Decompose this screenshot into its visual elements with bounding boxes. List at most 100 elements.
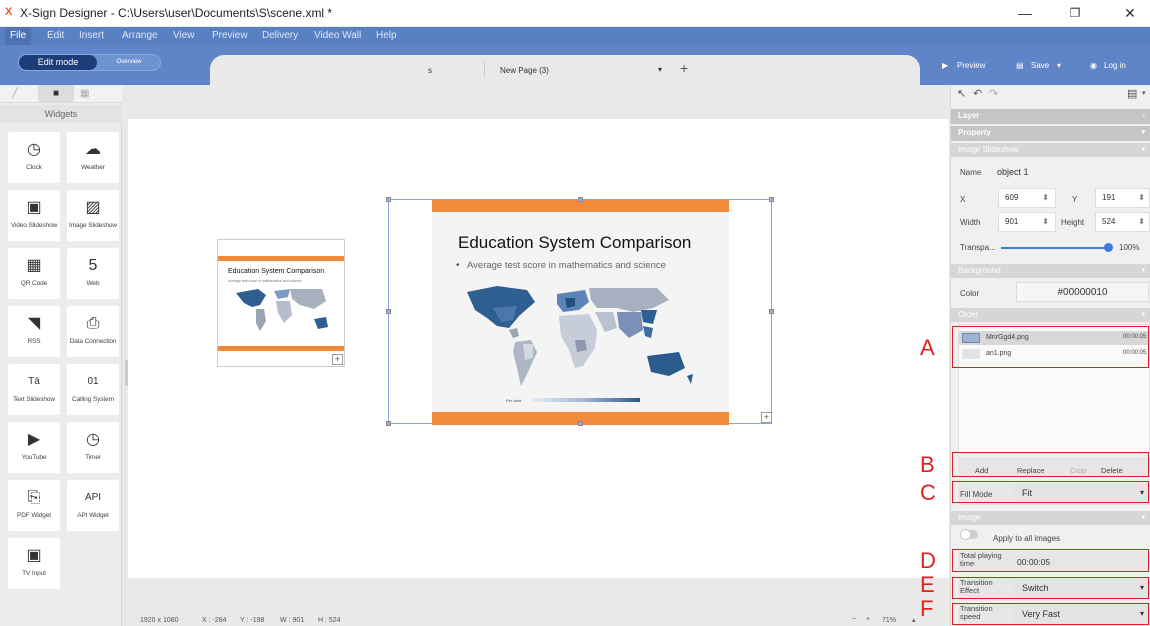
resize-handle[interactable]	[386, 309, 391, 314]
widget-pdf-widget[interactable]: ⎘ PDF Widget	[8, 480, 60, 531]
x-stepper-icon[interactable]: ⬍	[1042, 189, 1049, 206]
widget-timer[interactable]: ◷ Timer	[67, 422, 119, 473]
widget-label: API Widget	[77, 512, 109, 519]
maximize-button[interactable]: ❐	[1060, 3, 1090, 23]
save-dropdown-icon[interactable]: ▾	[1057, 61, 1061, 70]
resize-handle[interactable]	[386, 197, 391, 202]
menu-help[interactable]: Help	[376, 27, 397, 45]
save-button[interactable]: Save	[1031, 61, 1049, 70]
widget-text-slideshow[interactable]: Tä Text Slideshow	[8, 364, 60, 415]
align-icon[interactable]: ▤	[1127, 87, 1137, 100]
resize-handle[interactable]	[578, 421, 583, 426]
height-field[interactable]: 524 ⬍	[1095, 212, 1150, 232]
widget-youtube[interactable]: ▶ YouTube	[8, 422, 60, 473]
resize-handle[interactable]	[386, 421, 391, 426]
redo-icon[interactable]: ↷	[989, 87, 998, 100]
page-selector[interactable]: New Page (3)	[500, 66, 549, 75]
widget-tv-input[interactable]: ▣ TV Input	[8, 538, 60, 589]
zoom-in-button[interactable]: +	[866, 616, 870, 623]
panel-tabs: ╱ ■ ▦	[0, 85, 122, 103]
property-section[interactable]: Property ▾	[951, 126, 1150, 141]
resize-handle[interactable]	[578, 197, 583, 202]
preview-icon[interactable]: ▶	[942, 61, 948, 70]
widget-api-widget[interactable]: API API Widget	[67, 480, 119, 531]
close-button[interactable]: ✕	[1115, 3, 1145, 23]
widget-label: Data Connection	[69, 338, 117, 345]
rss-icon: ◥	[27, 315, 41, 332]
widget-label: Video Slideshow	[10, 222, 58, 229]
transparency-slider[interactable]	[1001, 247, 1109, 249]
widget-data-connection[interactable]: ⎙ Data Connection	[67, 306, 119, 357]
widget-qr-code[interactable]: ▦ QR Code	[8, 248, 60, 299]
resize-handle[interactable]	[769, 309, 774, 314]
mode-switch[interactable]: Edit mode Overview	[18, 54, 161, 71]
menu-preview[interactable]: Preview	[212, 27, 248, 45]
video-slideshow-icon: ▣	[26, 199, 42, 216]
name-field[interactable]: object 1	[997, 167, 1029, 177]
apply-all-toggle-knob[interactable]	[960, 529, 971, 540]
add-page-button[interactable]: +	[680, 60, 688, 76]
overview-button[interactable]: Overview	[97, 55, 161, 70]
thumb-add-button[interactable]: +	[332, 354, 343, 365]
layout-tab-icon[interactable]: ▦	[80, 88, 89, 99]
preview-button[interactable]: Preview	[957, 61, 985, 70]
resize-handle[interactable]	[769, 197, 774, 202]
menu-video-wall[interactable]: Video Wall	[314, 27, 361, 45]
height-label: Height	[1061, 218, 1085, 227]
widget-video-slideshow[interactable]: ▣ Video Slideshow	[8, 190, 60, 241]
y-stepper-icon[interactable]: ⬍	[1138, 189, 1145, 206]
html5-icon: 5	[88, 257, 98, 274]
menu-delivery[interactable]: Delivery	[262, 27, 298, 45]
edit-mode-button[interactable]: Edit mode	[19, 55, 97, 70]
document-tab[interactable]: s	[428, 66, 432, 75]
slide-thumbnail[interactable]: Education System Comparison Average test…	[217, 239, 345, 367]
app-logo-icon: X	[5, 6, 13, 18]
align-dropdown-icon[interactable]: ▾	[1142, 89, 1146, 97]
width-stepper-icon[interactable]: ⬍	[1042, 213, 1049, 230]
user-icon[interactable]: ◉	[1090, 61, 1097, 70]
thumb-bullet: Average test score in mathematics and sc…	[228, 279, 302, 283]
layer-section[interactable]: Layer ›	[951, 109, 1150, 124]
zoom-out-button[interactable]: −	[852, 616, 856, 623]
menu-insert[interactable]: Insert	[79, 27, 104, 45]
selected-image-slideshow[interactable]: Education System Comparison • Average te…	[386, 197, 774, 426]
zoom-dropdown-icon[interactable]: ▴	[912, 616, 916, 624]
menu-arrange[interactable]: Arrange	[122, 27, 158, 45]
minimize-button[interactable]: —	[1010, 3, 1040, 23]
login-button[interactable]: Log in	[1104, 61, 1126, 70]
slide-add-button[interactable]: +	[761, 412, 772, 423]
order-section[interactable]: Order ▾	[951, 308, 1150, 322]
menu-view[interactable]: View	[173, 27, 195, 45]
widget-calling-system[interactable]: 01 Calling System	[67, 364, 119, 415]
page-dropdown-icon[interactable]: ▾	[658, 65, 662, 74]
image-section[interactable]: Image ▾	[951, 511, 1150, 525]
widget-image-slideshow[interactable]: ▨ Image Slideshow	[67, 190, 119, 241]
image-slideshow-section[interactable]: Image Slideshow ▾	[951, 143, 1150, 157]
pen-tab-icon[interactable]: ╱	[12, 88, 18, 99]
widget-weather[interactable]: ☁ Weather	[67, 132, 119, 183]
background-section[interactable]: Background ▾	[951, 264, 1150, 278]
widgets-tab-icon[interactable]: ■	[38, 85, 74, 103]
width-field[interactable]: 901 ⬍	[998, 212, 1056, 232]
save-icon[interactable]: ▤	[1016, 61, 1024, 70]
widget-rss[interactable]: ◥ RSS	[8, 306, 60, 357]
undo-icon[interactable]: ↶	[973, 87, 982, 100]
transparency-slider-thumb[interactable]	[1104, 243, 1113, 252]
zoom-level[interactable]: 71%	[882, 617, 896, 624]
select-tool-icon[interactable]: ↖	[957, 87, 966, 100]
annotation-label-b: B	[920, 452, 935, 477]
y-label: Y	[1072, 195, 1078, 204]
y-field[interactable]: 191 ⬍	[1095, 188, 1150, 208]
widget-clock[interactable]: ◷ Clock	[8, 132, 60, 183]
annotation-label-d: D	[920, 548, 936, 573]
widget-label: TV Input	[22, 570, 46, 577]
menu-file[interactable]: File	[5, 27, 32, 45]
background-color-field[interactable]: #00000010	[1016, 282, 1149, 302]
x-field[interactable]: 609 ⬍	[998, 188, 1056, 208]
menu-edit[interactable]: Edit	[47, 27, 64, 45]
widget-web[interactable]: 5 Web	[67, 248, 119, 299]
title-bar: X X-Sign Designer - C:\Users\user\Docume…	[0, 0, 1150, 27]
height-stepper-icon[interactable]: ⬍	[1138, 213, 1145, 230]
widget-label: Weather	[81, 164, 105, 171]
status-bar: 1920 x 1080 X : -284 Y : -198 W : 901 H …	[122, 614, 950, 626]
